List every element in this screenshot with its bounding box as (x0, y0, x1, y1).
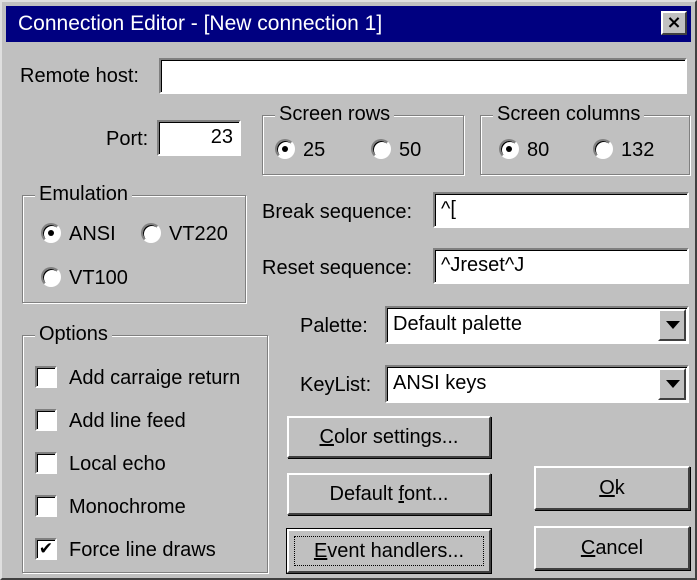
columns-132-radio[interactable]: 132 (593, 138, 654, 162)
port-label: Port: (106, 128, 149, 150)
remote-host-input[interactable] (159, 58, 687, 94)
event-handlers-label: vent handlers... (327, 540, 465, 562)
event-handlers-mnemonic: E (313, 540, 328, 562)
emulation-vt100-radio[interactable]: VT100 (41, 266, 128, 290)
palette-value: Default palette (393, 313, 522, 335)
break-sequence-input[interactable]: ^[ (433, 192, 689, 228)
add-line-feed-label: Add line feed (69, 410, 186, 432)
keylist-dropdown[interactable]: ANSI keys (385, 365, 689, 403)
radio-unselected-icon (371, 139, 391, 160)
emulation-legend: Emulation (35, 183, 132, 206)
rows-50-radio[interactable]: 50 (371, 138, 421, 162)
title-bar[interactable]: Connection Editor - [New connection 1] × (6, 6, 691, 42)
options-legend: Options (35, 323, 112, 346)
emulation-vt100-label: VT100 (69, 267, 128, 289)
columns-80-radio[interactable]: 80 (499, 138, 549, 162)
add-carriage-return-checkbox[interactable]: Add carraige return (35, 366, 240, 390)
palette-dropdown[interactable]: Default palette (385, 306, 689, 344)
radio-selected-icon (41, 223, 61, 244)
radio-selected-icon (499, 139, 519, 160)
check-icon: ✔ (35, 538, 57, 561)
force-line-draws-checkbox[interactable]: ✔ Force line draws (35, 538, 216, 562)
chevron-down-icon[interactable] (658, 368, 686, 400)
emulation-group: Emulation ANSI VT220 VT100 (22, 183, 246, 303)
rows-25-radio[interactable]: 25 (275, 138, 325, 162)
checkbox-unchecked-icon (35, 409, 57, 432)
keylist-value: ANSI keys (393, 372, 487, 394)
local-echo-checkbox[interactable]: Local echo (35, 452, 166, 476)
checkbox-unchecked-icon (35, 452, 57, 475)
keylist-label: KeyList: (300, 374, 372, 396)
color-settings-label: olor settings... (333, 426, 459, 448)
add-carriage-return-label: Add carraige return (69, 367, 241, 389)
columns-80-label: 80 (527, 139, 550, 161)
options-group: Options Add carraige return Add line fee… (22, 323, 268, 573)
rows-25-label: 25 (303, 139, 326, 161)
screen-columns-group: Screen columns 80 132 (480, 103, 690, 175)
radio-unselected-icon (41, 267, 61, 288)
local-echo-label: Local echo (69, 453, 166, 475)
default-font-label-pre: Default (329, 483, 399, 505)
emulation-ansi-radio[interactable]: ANSI (41, 222, 116, 246)
chevron-down-icon[interactable] (658, 309, 686, 341)
close-icon[interactable]: × (661, 11, 687, 35)
add-line-feed-checkbox[interactable]: Add line feed (35, 409, 186, 433)
emulation-vt220-radio[interactable]: VT220 (141, 222, 228, 246)
rows-50-label: 50 (399, 139, 422, 161)
color-settings-mnemonic: C (319, 426, 334, 448)
screen-columns-legend: Screen columns (493, 103, 645, 126)
columns-132-label: 132 (621, 139, 655, 161)
default-font-button[interactable]: Default font... (287, 473, 491, 515)
monochrome-checkbox[interactable]: Monochrome (35, 495, 186, 519)
emulation-vt220-label: VT220 (169, 223, 228, 245)
force-line-draws-label: Force line draws (69, 539, 216, 561)
cancel-mnemonic: C (580, 537, 596, 559)
emulation-ansi-label: ANSI (69, 223, 116, 245)
monochrome-label: Monochrome (69, 496, 186, 518)
screen-rows-group: Screen rows 25 50 (262, 103, 464, 175)
default-font-label: ont... (404, 483, 449, 505)
reset-sequence-input[interactable]: ^Jreset^J (433, 248, 689, 284)
ok-label: k (614, 477, 625, 499)
cancel-label: ancel (595, 537, 644, 559)
ok-button[interactable]: Ok (534, 466, 690, 510)
event-handlers-button[interactable]: Event handlers... (286, 528, 492, 574)
screen-rows-legend: Screen rows (275, 103, 395, 126)
cancel-button[interactable]: Cancel (534, 526, 690, 570)
radio-unselected-icon (593, 139, 613, 160)
ok-mnemonic: O (599, 477, 615, 499)
radio-selected-icon (275, 139, 295, 160)
remote-host-label: Remote host: (20, 65, 139, 87)
checkbox-unchecked-icon (35, 366, 57, 389)
color-settings-button[interactable]: Color settings... (287, 416, 491, 458)
break-sequence-label: Break sequence: (262, 201, 413, 223)
port-input[interactable]: 23 (157, 120, 241, 156)
palette-label: Palette: (300, 315, 368, 337)
reset-sequence-label: Reset sequence: (262, 257, 413, 279)
connection-editor-window: Connection Editor - [New connection 1] ×… (0, 0, 697, 580)
checkbox-unchecked-icon (35, 495, 57, 518)
radio-unselected-icon (141, 223, 161, 244)
window-title: Connection Editor - [New connection 1] (18, 12, 383, 35)
